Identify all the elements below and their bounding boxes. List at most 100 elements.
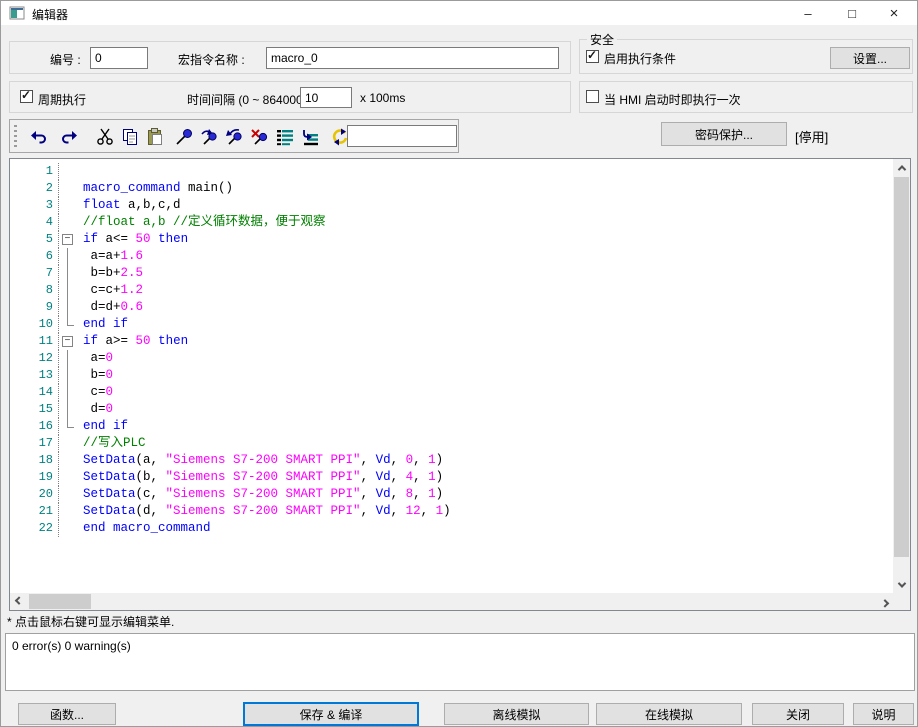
undo-icon[interactable] bbox=[26, 124, 51, 149]
paste-icon[interactable] bbox=[142, 124, 167, 149]
code-view[interactable]: 12macro_command main()3float a,b,c,d4//f… bbox=[10, 159, 893, 593]
interval-input[interactable] bbox=[300, 87, 352, 108]
line-number: 3 bbox=[10, 197, 59, 214]
scroll-left-button[interactable] bbox=[10, 593, 27, 610]
code-text: c=0 bbox=[83, 384, 113, 401]
bookmark-toggle-icon[interactable] bbox=[171, 124, 196, 149]
line-number: 9 bbox=[10, 299, 59, 316]
code-line: 18SetData(a, "Siemens S7-200 SMART PPI",… bbox=[10, 452, 893, 469]
macro-name-input[interactable] bbox=[266, 47, 559, 69]
toolbar-search-input[interactable] bbox=[347, 125, 457, 147]
line-number: 21 bbox=[10, 503, 59, 520]
bookmark-clear-icon[interactable] bbox=[246, 124, 271, 149]
fold-column: − bbox=[59, 333, 83, 350]
code-text: b=0 bbox=[83, 367, 113, 384]
line-number: 17 bbox=[10, 435, 59, 452]
macro-id-panel: 编号 : 宏指令名称 : bbox=[9, 41, 571, 74]
vertical-scroll-thumb[interactable] bbox=[894, 177, 909, 557]
code-line: 7 b=b+2.5 bbox=[10, 265, 893, 282]
fold-column bbox=[59, 401, 83, 418]
run-once-checkbox[interactable] bbox=[586, 90, 599, 103]
line-number: 11 bbox=[10, 333, 59, 350]
code-line: 6 a=a+1.6 bbox=[10, 248, 893, 265]
close-button[interactable]: × bbox=[871, 1, 917, 25]
fold-toggle-icon[interactable]: − bbox=[62, 336, 73, 347]
code-lines: 12macro_command main()3float a,b,c,d4//f… bbox=[10, 163, 893, 537]
code-line: 4//float a,b //定义循环数据，便于观察 bbox=[10, 214, 893, 231]
code-text: SetData(a, "Siemens S7-200 SMART PPI", V… bbox=[83, 452, 443, 469]
scrollbar-corner bbox=[893, 593, 910, 610]
code-line: 9 d=d+0.6 bbox=[10, 299, 893, 316]
line-number: 2 bbox=[10, 180, 59, 197]
horizontal-scroll-thumb[interactable] bbox=[29, 594, 91, 609]
close-dialog-button[interactable]: 关闭 bbox=[752, 703, 844, 725]
fold-column bbox=[59, 384, 83, 401]
bookmark-next-icon[interactable] bbox=[196, 124, 221, 149]
security-group: 安全 启用执行条件 设置... bbox=[579, 39, 913, 74]
code-text: end macro_command bbox=[83, 520, 211, 537]
line-number: 16 bbox=[10, 418, 59, 435]
vertical-scrollbar[interactable] bbox=[893, 159, 910, 593]
code-text: end if bbox=[83, 418, 128, 435]
maximize-button[interactable]: □ bbox=[829, 1, 875, 25]
fold-column bbox=[59, 350, 83, 367]
code-text: a=0 bbox=[83, 350, 113, 367]
macro-id-input[interactable] bbox=[90, 47, 148, 69]
cut-icon[interactable] bbox=[92, 124, 117, 149]
periodic-checkbox[interactable] bbox=[20, 90, 33, 103]
fold-column bbox=[59, 452, 83, 469]
code-text: d=d+0.6 bbox=[83, 299, 143, 316]
code-text: b=b+2.5 bbox=[83, 265, 143, 282]
code-line: 3float a,b,c,d bbox=[10, 197, 893, 214]
fold-column bbox=[59, 248, 83, 265]
code-text: if a<= 50 then bbox=[83, 231, 188, 248]
code-line: 22end macro_command bbox=[10, 520, 893, 537]
password-protect-button[interactable]: 密码保护... bbox=[661, 122, 787, 146]
fold-toggle-icon[interactable]: − bbox=[62, 234, 73, 245]
editor-window: 编辑器 – □ × 编号 : 宏指令名称 : 安全 启用执行条件 设置... 周… bbox=[0, 0, 918, 727]
fold-column bbox=[59, 486, 83, 503]
indent-icon[interactable] bbox=[297, 124, 322, 149]
line-number: 14 bbox=[10, 384, 59, 401]
copy-icon[interactable] bbox=[117, 124, 142, 149]
fold-column bbox=[59, 197, 83, 214]
functions-button[interactable]: 函数... bbox=[18, 703, 116, 725]
redo-icon[interactable] bbox=[56, 124, 81, 149]
horizontal-scrollbar[interactable] bbox=[10, 593, 893, 610]
scroll-down-button[interactable] bbox=[893, 576, 910, 593]
editor-toolbar bbox=[9, 119, 459, 153]
line-number: 19 bbox=[10, 469, 59, 486]
fold-column bbox=[59, 316, 83, 333]
enable-condition-checkbox[interactable] bbox=[586, 50, 599, 63]
code-editor[interactable]: 12macro_command main()3float a,b,c,d4//f… bbox=[9, 158, 911, 611]
fold-column bbox=[59, 435, 83, 452]
code-text: if a>= 50 then bbox=[83, 333, 188, 350]
minimize-button[interactable]: – bbox=[785, 1, 831, 25]
save-compile-button[interactable]: 保存 & 编译 bbox=[243, 702, 419, 726]
settings-button[interactable]: 设置... bbox=[830, 47, 910, 69]
online-simulation-button[interactable]: 在线模拟 bbox=[596, 703, 742, 725]
run-once-label: 当 HMI 启动时即执行一次 bbox=[604, 91, 741, 108]
scroll-right-button[interactable] bbox=[876, 593, 893, 610]
offline-simulation-button[interactable]: 离线模拟 bbox=[444, 703, 589, 725]
bookmark-prev-icon[interactable] bbox=[221, 124, 246, 149]
security-group-label: 安全 bbox=[587, 31, 617, 48]
code-text: c=c+1.2 bbox=[83, 282, 143, 299]
fold-column bbox=[59, 282, 83, 299]
line-number: 10 bbox=[10, 316, 59, 333]
fold-column bbox=[59, 214, 83, 231]
code-text: SetData(b, "Siemens S7-200 SMART PPI", V… bbox=[83, 469, 443, 486]
fold-column bbox=[59, 418, 83, 435]
code-line: 1 bbox=[10, 163, 893, 180]
title-bar: 编辑器 – □ × bbox=[1, 1, 917, 25]
scroll-up-button[interactable] bbox=[893, 159, 910, 176]
password-state: [停用] bbox=[795, 127, 828, 146]
bookmark-list-icon[interactable] bbox=[272, 124, 297, 149]
enable-condition-label: 启用执行条件 bbox=[604, 50, 676, 67]
compile-message: 0 error(s) 0 warning(s) bbox=[12, 639, 131, 653]
compile-message-box: 0 error(s) 0 warning(s) bbox=[5, 633, 915, 691]
code-text: //写入PLC bbox=[83, 435, 146, 452]
help-button[interactable]: 说明 bbox=[853, 703, 914, 725]
line-number: 6 bbox=[10, 248, 59, 265]
code-text: end if bbox=[83, 316, 128, 333]
